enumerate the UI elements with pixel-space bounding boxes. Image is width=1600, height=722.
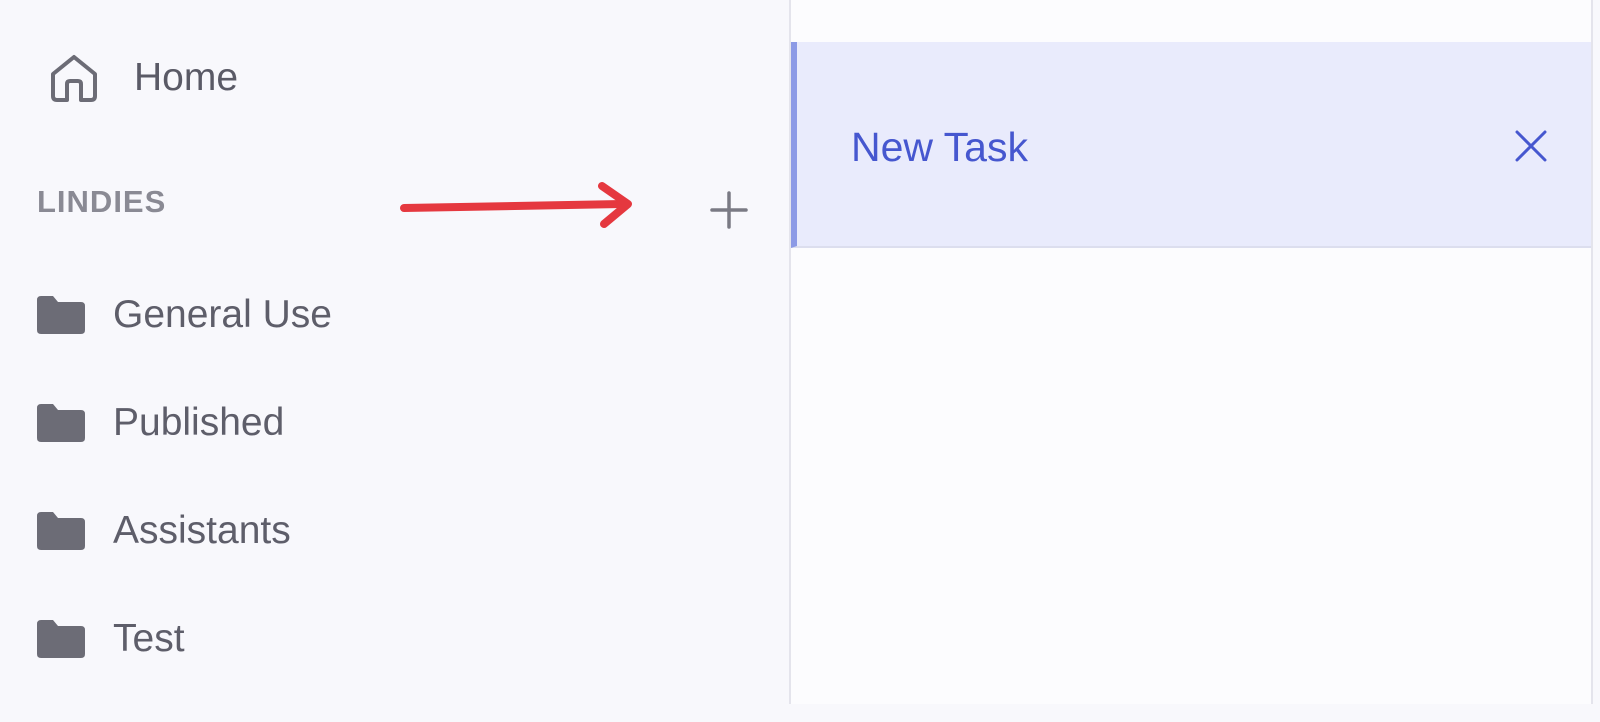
folder-item-assistants[interactable]: Assistants bbox=[37, 506, 332, 556]
folder-label: General Use bbox=[113, 293, 332, 336]
section-header-lindies: LINDIES bbox=[37, 184, 167, 219]
sidebar: Home LINDIES General Use Published Assis… bbox=[0, 0, 791, 704]
task-label: New Task bbox=[851, 124, 1028, 170]
folder-item-general-use[interactable]: General Use bbox=[37, 290, 332, 340]
folder-list: General Use Published Assistants Test bbox=[37, 290, 332, 722]
sidebar-item-home[interactable]: Home bbox=[48, 52, 238, 104]
plus-icon bbox=[709, 190, 749, 235]
folder-icon bbox=[37, 620, 85, 658]
task-item-new-task[interactable]: New Task bbox=[791, 42, 1591, 248]
folder-icon bbox=[37, 296, 85, 334]
close-task-button[interactable] bbox=[1509, 126, 1553, 170]
folder-item-test[interactable]: Test bbox=[37, 614, 332, 664]
folder-icon bbox=[37, 404, 85, 442]
folder-label: Assistants bbox=[113, 509, 291, 552]
close-icon bbox=[1514, 129, 1548, 168]
home-label: Home bbox=[134, 56, 239, 99]
annotation-arrow bbox=[400, 182, 632, 228]
folder-label: Published bbox=[113, 401, 285, 444]
folder-label: Test bbox=[113, 617, 185, 660]
add-lindy-button[interactable] bbox=[704, 187, 754, 237]
task-panel: New Task bbox=[791, 0, 1593, 704]
home-icon bbox=[48, 52, 100, 104]
right-edge-strip bbox=[1593, 0, 1600, 704]
folder-item-published[interactable]: Published bbox=[37, 398, 332, 448]
folder-icon bbox=[37, 512, 85, 550]
